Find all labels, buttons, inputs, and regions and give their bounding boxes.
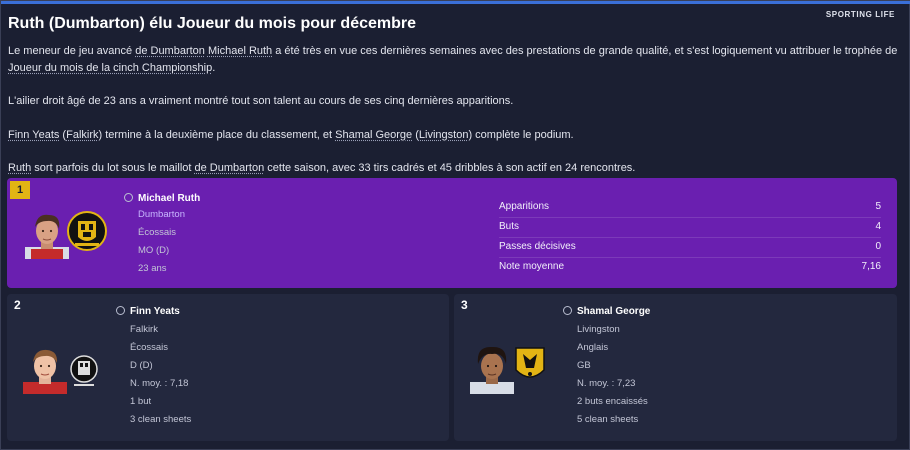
- third-place-card[interactable]: 3 Shamal George Livingston Anglais GB N.…: [454, 294, 897, 441]
- top-accent-bar: [1, 1, 910, 4]
- text: Le meneur de jeu avancé: [8, 45, 136, 57]
- player-name[interactable]: Finn Yeats: [116, 305, 180, 317]
- text: ) complète le podium.: [468, 129, 574, 141]
- player-position: MO (D): [138, 245, 170, 256]
- player-info: Falkirk Écossais D (D) N. moy. : 7,18 1 …: [130, 321, 191, 429]
- stat-value: 0: [875, 241, 881, 252]
- player-stat-2: 5 clean sheets: [577, 414, 639, 425]
- player-club[interactable]: Dumbarton: [138, 206, 185, 224]
- stat-row: Apparitions 5: [499, 198, 881, 218]
- stat-value: 7,16: [861, 261, 881, 272]
- player-name-text: Shamal George: [577, 306, 651, 317]
- text: a été très en vue ces dernières semaines…: [272, 45, 898, 57]
- stat-label: Buts: [499, 221, 520, 232]
- player-stat-1: 1 but: [130, 396, 152, 407]
- player-face: [25, 214, 69, 259]
- player-rating: N. moy. : 7,23: [577, 378, 636, 389]
- player-club[interactable]: Livingston: [577, 321, 648, 339]
- player-rating: N. moy. : 7,18: [130, 378, 189, 389]
- stat-value: 4: [875, 221, 881, 232]
- player-info: Livingston Anglais GB N. moy. : 7,23 2 b…: [577, 321, 648, 429]
- player-link[interactable]: Michael Ruth: [208, 45, 272, 57]
- club-link[interactable]: Livingston: [419, 129, 469, 141]
- paragraph-3: Finn Yeats ( Falkirk) termine à la deuxiè…: [8, 127, 903, 144]
- stat-label: Passes décisives: [499, 241, 576, 252]
- player-face: [23, 349, 67, 394]
- paragraph-4: Ruth sort parfois du lot sous le maillot…: [8, 160, 903, 177]
- player-face: [470, 346, 514, 394]
- club-crest: [70, 355, 98, 386]
- text: sort parfois du lot sous le maillot: [31, 162, 195, 174]
- club-link[interactable]: de Dumbarton: [195, 162, 265, 174]
- person-icon: [116, 305, 125, 315]
- player-stat-1: 2 buts encaissés: [577, 396, 648, 407]
- person-icon: [563, 305, 572, 315]
- text: (: [412, 129, 419, 141]
- award-link[interactable]: Joueur du mois de la cinch Championship: [8, 62, 212, 74]
- runner-up-card[interactable]: 2 Finn Yeats Falkirk Écossais D (D) N. m…: [7, 294, 449, 441]
- rank-number: 3: [461, 298, 468, 312]
- player-nationality: Écossais: [130, 342, 169, 353]
- club-crest: [67, 211, 107, 251]
- player-position: D (D): [130, 360, 153, 371]
- player-age: 23 ans: [138, 263, 167, 274]
- text: cette saison, avec 33 tirs cadrés et 45 …: [264, 162, 636, 174]
- player-info: Dumbarton Écossais MO (D) 23 ans: [138, 206, 185, 278]
- stat-row: Buts 4: [499, 218, 881, 238]
- player-position: GB: [577, 360, 591, 371]
- paragraph-2: L'ailier droit âgé de 23 ans a vraiment …: [8, 95, 514, 107]
- stat-row: Passes décisives 0: [499, 238, 881, 258]
- rank-badge: 1: [10, 181, 30, 199]
- text: ) termine à la deuxième place du classem…: [98, 129, 336, 141]
- rank-number: 2: [14, 298, 21, 312]
- stat-value: 5: [875, 201, 881, 212]
- player-name[interactable]: Shamal George: [563, 305, 651, 317]
- winner-stats: Apparitions 5 Buts 4 Passes décisives 0 …: [499, 198, 881, 277]
- player-stat-2: 3 clean sheets: [130, 414, 192, 425]
- player-link[interactable]: Ruth: [8, 162, 31, 174]
- paragraph-1: Le meneur de jeu avancé de Dumbarton Mic…: [8, 43, 903, 77]
- stat-label: Apparitions: [499, 201, 550, 212]
- player-nationality: Écossais: [138, 227, 177, 238]
- player-nationality: Anglais: [577, 342, 609, 353]
- player-name[interactable]: Michael Ruth: [124, 192, 201, 204]
- person-icon: [124, 192, 133, 202]
- text: .: [212, 62, 216, 74]
- player-club[interactable]: Falkirk: [130, 321, 191, 339]
- club-crest: [515, 347, 545, 378]
- news-source: SPORTING LIFE: [825, 10, 895, 19]
- stat-row: Note moyenne 7,16: [499, 258, 881, 277]
- news-headline: Ruth (Dumbarton) élu Joueur du mois pour…: [8, 15, 417, 32]
- club-link[interactable]: de Dumbarton: [135, 45, 205, 57]
- player-link[interactable]: Finn Yeats: [8, 129, 59, 141]
- player-name-text: Michael Ruth: [138, 193, 201, 204]
- player-link[interactable]: Shamal George: [335, 129, 412, 141]
- player-name-text: Finn Yeats: [130, 306, 180, 317]
- stat-label: Note moyenne: [499, 261, 565, 272]
- club-link[interactable]: Falkirk: [66, 129, 98, 141]
